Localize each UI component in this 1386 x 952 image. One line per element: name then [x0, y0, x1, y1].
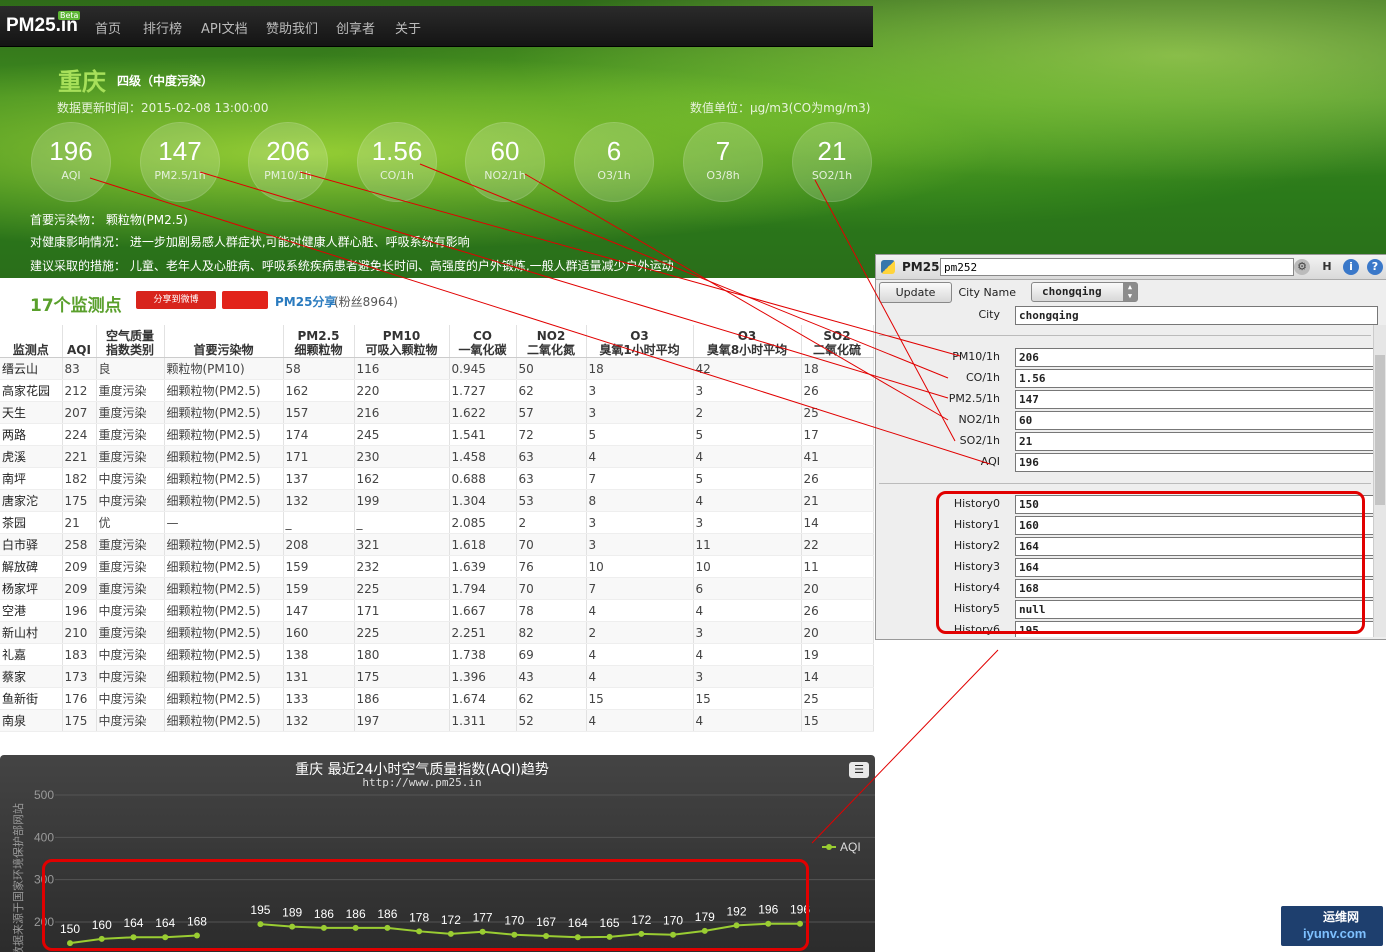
legend-label: AQI [840, 840, 861, 854]
highlight-history-box [936, 491, 1365, 634]
watermark-top-text: 运维网 [1323, 910, 1360, 924]
y-tick-label: 500 [34, 788, 54, 802]
scrollbar-thumb[interactable] [1375, 355, 1385, 505]
chart-subtitle: http://www.pm25.in [362, 776, 481, 789]
y-tick-label: 400 [34, 830, 54, 844]
chart-menu-button[interactable]: ☰ [849, 762, 869, 778]
watermark-bottom-text: iyunv.com [1303, 926, 1367, 941]
y-axis-label: 数据来源于国家环境保护部网站 [11, 803, 25, 952]
panel-scrollbar[interactable] [1373, 325, 1386, 637]
legend-marker [826, 844, 832, 850]
chart-canvas: 重庆 最近24小时空气质量指数(AQI)趋势http://www.pm25.in… [11, 762, 875, 952]
highlight-chart-box [42, 859, 809, 951]
